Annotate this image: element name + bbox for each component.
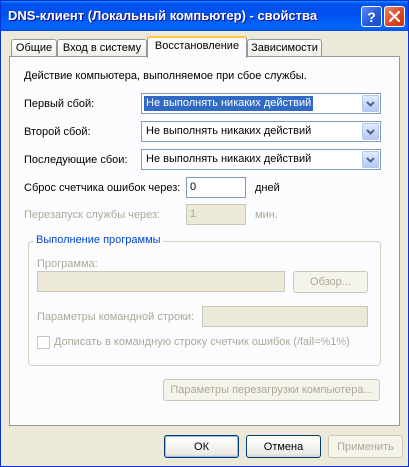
command-params-label: Параметры командной строки: <box>37 311 195 323</box>
close-icon <box>389 11 400 22</box>
question-icon: ? <box>367 8 376 25</box>
second-failure-dropdown-arrow[interactable] <box>362 123 379 140</box>
subsequent-failures-select[interactable]: Не выполнять никаких действий <box>141 149 381 170</box>
restart-computer-options-button[interactable]: Параметры перезагрузки компьютера... <box>163 379 380 401</box>
subsequent-failures-dropdown-arrow[interactable] <box>362 151 379 168</box>
first-failure-value: Не выполнять никаких действий <box>144 96 314 111</box>
tab-recovery-label: Восстановление <box>154 40 240 52</box>
reset-count-value: 0 <box>190 181 197 193</box>
reset-count-input[interactable]: 0 <box>186 177 246 198</box>
program-label: Программа: <box>37 258 98 270</box>
cancel-button[interactable]: Отмена <box>246 435 321 458</box>
help-button[interactable]: ? <box>361 6 382 27</box>
tab-general-label: Общие <box>15 42 53 54</box>
program-input[interactable] <box>37 271 285 292</box>
run-program-group-title: Выполнение программы <box>34 234 163 246</box>
subsequent-failures-label: Последующие сбои: <box>24 154 128 166</box>
first-failure-label: Первый сбой: <box>24 98 95 110</box>
reset-count-label: Сброс счетчика ошибок через: <box>24 182 181 194</box>
append-fail-count-checkbox[interactable] <box>37 336 50 349</box>
restart-service-value: 1 <box>190 208 197 220</box>
browse-button-label: Обзор... <box>310 276 351 288</box>
first-failure-dropdown-arrow[interactable] <box>362 95 379 112</box>
second-failure-select[interactable]: Не выполнять никаких действий <box>141 121 381 142</box>
title-bar: DNS-клиент (Локальный компьютер) - свойс… <box>1 1 408 31</box>
restart-computer-options-label: Параметры перезагрузки компьютера... <box>170 384 373 396</box>
append-fail-count-label: Дописать в командную строку счетчик ошиб… <box>54 336 350 348</box>
second-failure-value: Не выполнять никаких действий <box>146 125 312 137</box>
chevron-down-icon <box>366 128 375 135</box>
window-title: DNS-клиент (Локальный компьютер) - свойс… <box>8 8 318 23</box>
second-failure-label: Второй сбой: <box>24 126 91 138</box>
tab-dependencies-label: Зависимости <box>251 42 318 54</box>
close-button[interactable] <box>384 6 405 27</box>
properties-window: DNS-клиент (Локальный компьютер) - свойс… <box>0 0 409 467</box>
tab-logon-label: Вход в систему <box>62 42 142 54</box>
ok-button-label: ОК <box>194 440 209 453</box>
chevron-down-icon <box>366 100 375 107</box>
restart-service-input[interactable]: 1 <box>186 204 246 225</box>
tab-recovery[interactable]: Восстановление <box>147 36 247 58</box>
apply-button-label: Применить <box>337 440 394 453</box>
restart-service-label: Перезапуск службы через: <box>24 209 161 221</box>
apply-button[interactable]: Применить <box>328 435 403 458</box>
command-params-input[interactable] <box>202 306 368 327</box>
cancel-button-label: Отмена <box>263 440 304 453</box>
recovery-description: Действие компьютера, выполняемое при сбо… <box>24 70 307 82</box>
first-failure-select[interactable]: Не выполнять никаких действий <box>141 93 381 114</box>
chevron-down-icon <box>366 156 375 163</box>
reset-count-unit: дней <box>255 182 280 194</box>
subsequent-failures-value: Не выполнять никаких действий <box>146 153 312 165</box>
browse-button[interactable]: Обзор... <box>293 271 368 293</box>
ok-button[interactable]: ОК <box>164 435 239 458</box>
restart-service-unit: мин. <box>255 209 278 221</box>
